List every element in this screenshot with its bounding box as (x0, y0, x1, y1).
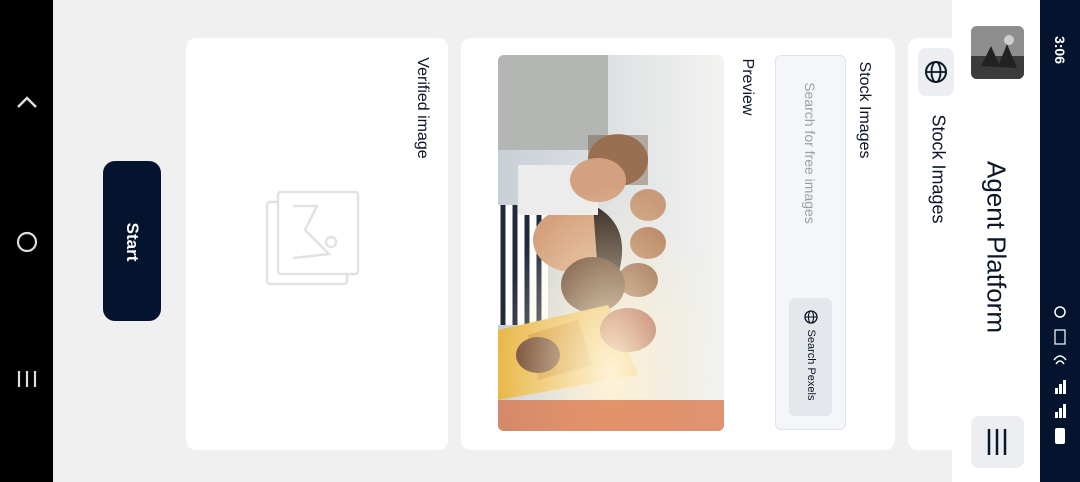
nav-home-circle-icon[interactable] (15, 230, 39, 254)
image-placeholder-icon (265, 190, 360, 286)
nav-recents-icon[interactable] (16, 368, 38, 390)
start-button-label: Start (123, 222, 142, 262)
nav-back-chevron-icon[interactable] (15, 92, 39, 112)
status-time: 3:06 (1052, 35, 1068, 65)
tab-stock-images[interactable] (908, 38, 958, 450)
app-title: Agent Platform (981, 161, 1012, 333)
status-icons (1053, 306, 1067, 444)
preview-image (498, 55, 724, 431)
menu-button[interactable] (971, 416, 1024, 468)
globe-icon (804, 310, 818, 324)
globe-icon-box (918, 48, 954, 96)
avatar[interactable] (971, 26, 1024, 79)
globe-icon (925, 61, 947, 83)
android-nav-bar (0, 0, 53, 482)
tab-stock-images-label: Stock Images (928, 114, 949, 224)
verified-image-title: Verified image (414, 57, 431, 159)
search-placeholder: Search for free images (802, 82, 818, 224)
search-pexels-label: Search Pexels (805, 329, 817, 401)
hamburger-icon (987, 429, 1007, 455)
status-bar: 3:06 (1040, 0, 1080, 482)
stock-images-title: Stock Images (856, 61, 873, 159)
preview-label: Preview (739, 58, 756, 116)
